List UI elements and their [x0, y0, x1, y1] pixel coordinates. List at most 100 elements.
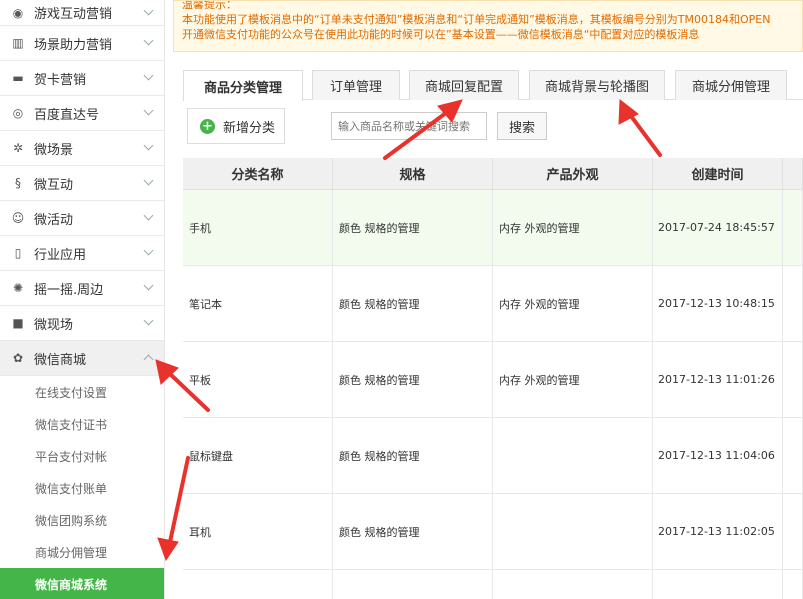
- table-row[interactable]: 耳机 颜色 规格的管理 2017-12-13 11:02:05: [183, 494, 803, 570]
- sidebar-item-label: 场景助力营销: [34, 34, 112, 53]
- add-category-label: 新增分类: [223, 117, 275, 136]
- search-button[interactable]: 搜索: [497, 112, 547, 140]
- cell-extra: [783, 190, 803, 265]
- main-content: 温馨提示： 本功能使用了模板消息中的“订单未支付通知”模板消息和“订单完成通知”…: [165, 0, 803, 599]
- sidebar-item-label: 摇一摇.周边: [34, 279, 103, 298]
- tab-reply-config[interactable]: 商城回复配置: [409, 70, 519, 100]
- sidebar-subitem-group-buy[interactable]: 微信团购系统: [0, 504, 164, 536]
- cell-spec: 颜色 规格的管理: [333, 418, 493, 493]
- sidebar-subitem-label: 微信支付证书: [35, 416, 107, 433]
- chevron-down-icon: [144, 316, 154, 326]
- sidebar-item-label: 行业应用: [34, 244, 86, 263]
- activity-icon: ☺: [10, 210, 26, 226]
- add-category-button[interactable]: + 新增分类: [187, 108, 285, 144]
- sidebar-subitem-mall-system[interactable]: 微信商城系统: [0, 568, 164, 599]
- column-header: 分类名称: [183, 158, 333, 189]
- shake-icon: ✺: [10, 280, 26, 296]
- cell-empty: [183, 570, 333, 599]
- sidebar-subitem-commission[interactable]: 商城分佣管理: [0, 536, 164, 568]
- cell-look: 内存 外观的管理: [493, 266, 653, 341]
- industry-icon: ▯: [10, 245, 26, 261]
- card-icon: ▬: [10, 70, 26, 86]
- table-row: [183, 570, 803, 599]
- cell-look: 内存 外观的管理: [493, 342, 653, 417]
- sidebar-item-label: 游戏互动营销: [34, 3, 112, 22]
- chevron-down-icon: [144, 246, 154, 256]
- app-root: ◉ 游戏互动营销 ▥ 场景助力营销 ▬ 贺卡营销 ◎ 百度直达号 ✲ 微场景 §…: [0, 0, 803, 599]
- cell-name: 鼠标键盘: [183, 418, 333, 493]
- tab-label: 商城回复配置: [425, 76, 503, 95]
- sidebar-item-micro-scene[interactable]: ✲ 微场景: [0, 131, 164, 166]
- chevron-down-icon: [144, 281, 154, 291]
- table-row[interactable]: 笔记本 颜色 规格的管理 内存 外观的管理 2017-12-13 10:48:1…: [183, 266, 803, 342]
- cell-extra: [783, 342, 803, 417]
- tab-label: 订单管理: [330, 76, 382, 95]
- tab-bar: 商品分类管理 订单管理 商城回复配置 商城背景与轮播图 商城分佣管理: [183, 70, 803, 100]
- sidebar-item-label: 贺卡营销: [34, 69, 86, 88]
- sidebar-item-micro-interact[interactable]: § 微互动: [0, 166, 164, 201]
- notice-line-2: 开通微信支付功能的公众号在使用此功能的时候可以在”基本设置——微信模板消息“中配…: [182, 27, 794, 42]
- sidebar-item-card-marketing[interactable]: ▬ 贺卡营销: [0, 61, 164, 96]
- cell-empty: [653, 570, 783, 599]
- tab-background-carousel[interactable]: 商城背景与轮播图: [529, 70, 665, 100]
- sidebar-item-label: 微现场: [34, 314, 73, 333]
- sidebar-subitem-online-pay[interactable]: 在线支付设置: [0, 376, 164, 408]
- chevron-down-icon: [144, 71, 154, 81]
- tab-orders[interactable]: 订单管理: [312, 70, 400, 100]
- column-header: 创建时间: [653, 158, 783, 189]
- cell-spec: 颜色 规格的管理: [333, 494, 493, 569]
- sidebar-item-industry[interactable]: ▯ 行业应用: [0, 236, 164, 271]
- cell-name: 手机: [183, 190, 333, 265]
- sidebar-subitem-label: 微信支付账单: [35, 480, 107, 497]
- tab-label: 商品分类管理: [204, 77, 282, 96]
- column-header: 规格: [333, 158, 493, 189]
- sidebar: ◉ 游戏互动营销 ▥ 场景助力营销 ▬ 贺卡营销 ◎ 百度直达号 ✲ 微场景 §…: [0, 0, 165, 599]
- sidebar-item-baidu[interactable]: ◎ 百度直达号: [0, 96, 164, 131]
- tab-commission[interactable]: 商城分佣管理: [675, 70, 787, 100]
- cell-look: [493, 418, 653, 493]
- column-header-extra: [783, 158, 803, 189]
- cell-empty: [333, 570, 493, 599]
- chevron-down-icon: [144, 211, 154, 221]
- plus-icon: +: [200, 119, 215, 134]
- search-button-label: 搜索: [509, 117, 535, 136]
- chevron-down-icon: [144, 36, 154, 46]
- sidebar-item-micro-live[interactable]: ■ 微现场: [0, 306, 164, 341]
- cell-time: 2017-12-13 11:02:05: [653, 494, 783, 569]
- cell-spec: 颜色 规格的管理: [333, 342, 493, 417]
- sidebar-item-wechat-mall[interactable]: ✿ 微信商城: [0, 341, 164, 376]
- cell-look: 内存 外观的管理: [493, 190, 653, 265]
- table-header: 分类名称 规格 产品外观 创建时间: [183, 158, 803, 190]
- table-row[interactable]: 平板 颜色 规格的管理 内存 外观的管理 2017-12-13 11:01:26: [183, 342, 803, 418]
- sidebar-item-label: 百度直达号: [34, 104, 99, 123]
- sidebar-item-shake[interactable]: ✺ 摇一摇.周边: [0, 271, 164, 306]
- table-row[interactable]: 鼠标键盘 颜色 规格的管理 2017-12-13 11:04:06: [183, 418, 803, 494]
- cell-name: 笔记本: [183, 266, 333, 341]
- sidebar-subitem-label: 平台支付对帐: [35, 448, 107, 465]
- category-table: 分类名称 规格 产品外观 创建时间 手机 颜色 规格的管理 内存 外观的管理 2…: [183, 158, 803, 599]
- cell-spec: 颜色 规格的管理: [333, 190, 493, 265]
- sidebar-item-micro-activity[interactable]: ☺ 微活动: [0, 201, 164, 236]
- cell-look: [493, 494, 653, 569]
- sidebar-subitem-pay-cert[interactable]: 微信支付证书: [0, 408, 164, 440]
- sidebar-item-label: 微活动: [34, 209, 73, 228]
- sidebar-subitem-label: 在线支付设置: [35, 384, 107, 401]
- cell-time: 2017-12-13 10:48:15: [653, 266, 783, 341]
- sidebar-item-game-marketing[interactable]: ◉ 游戏互动营销: [0, 0, 164, 26]
- notice-box: 温馨提示： 本功能使用了模板消息中的“订单未支付通知”模板消息和“订单完成通知”…: [173, 0, 803, 52]
- cell-empty: [783, 570, 803, 599]
- sidebar-item-scene-boost[interactable]: ▥ 场景助力营销: [0, 26, 164, 61]
- tab-category[interactable]: 商品分类管理: [183, 70, 303, 101]
- sidebar-item-label: 微信商城: [34, 349, 86, 368]
- sidebar-subitem-reconcile[interactable]: 平台支付对帐: [0, 440, 164, 472]
- sidebar-subitem-pay-bill[interactable]: 微信支付账单: [0, 472, 164, 504]
- table-row[interactable]: 手机 颜色 规格的管理 内存 外观的管理 2017-07-24 18:45:57: [183, 190, 803, 266]
- sidebar-item-label: 微场景: [34, 139, 73, 158]
- column-header: 产品外观: [493, 158, 653, 189]
- cell-extra: [783, 266, 803, 341]
- sidebar-item-label: 微互动: [34, 174, 73, 193]
- tab-label: 商城背景与轮播图: [545, 76, 649, 95]
- search-input[interactable]: [331, 112, 487, 140]
- cell-time: 2017-07-24 18:45:57: [653, 190, 783, 265]
- gamepad-icon: ◉: [10, 5, 26, 21]
